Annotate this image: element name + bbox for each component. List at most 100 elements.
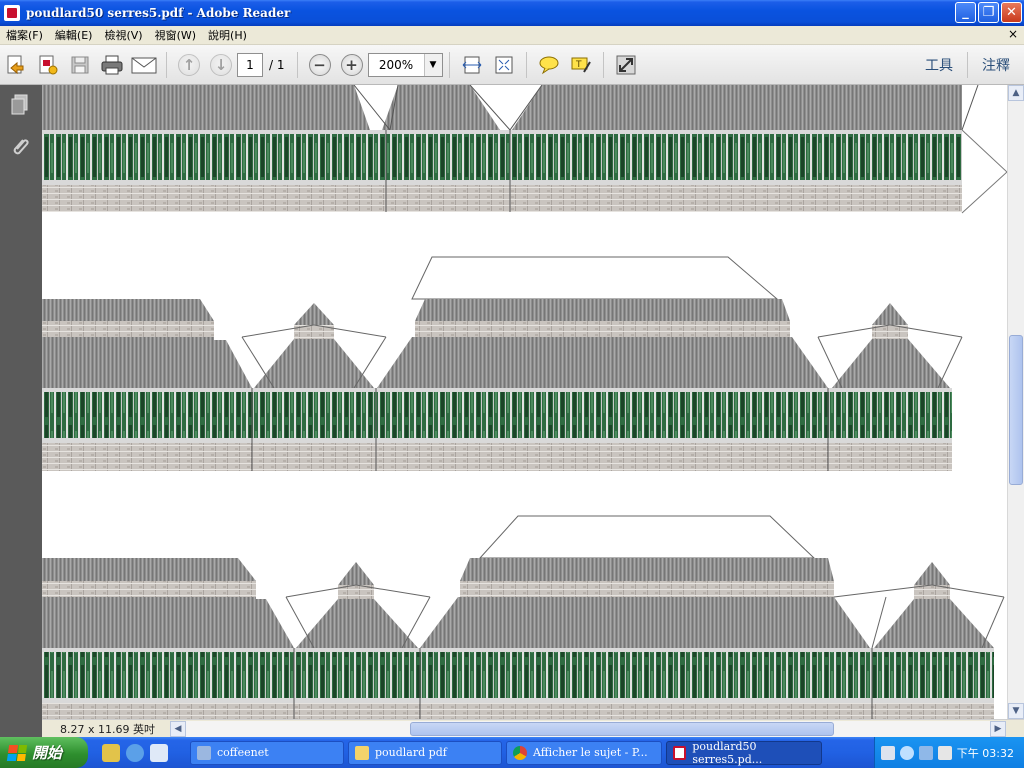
page-total: / 1 bbox=[269, 57, 285, 72]
pages-panel-button[interactable] bbox=[8, 93, 32, 117]
window-icon bbox=[197, 745, 211, 760]
taskbar-item-coffeenet[interactable]: coffeenet bbox=[190, 740, 344, 765]
envelope-icon bbox=[131, 57, 157, 73]
next-page-button[interactable]: ↓ bbox=[207, 51, 235, 79]
show-desktop-icon[interactable] bbox=[150, 743, 168, 762]
menu-bar: 檔案(F) 編輯(E) 檢視(V) 視窗(W) 說明(H) × bbox=[0, 26, 1024, 45]
document-view[interactable] bbox=[42, 85, 1007, 719]
menu-edit[interactable]: 編輯(E) bbox=[49, 27, 99, 43]
network-icon[interactable] bbox=[919, 745, 933, 760]
folder-icon bbox=[355, 745, 369, 760]
open-icon bbox=[7, 55, 24, 74]
chrome-icon bbox=[513, 745, 527, 760]
yahoo-messenger-icon[interactable] bbox=[102, 743, 120, 762]
windows-logo-icon bbox=[6, 744, 28, 761]
scroll-down-arrow-icon[interactable]: ▼ bbox=[1008, 703, 1024, 719]
internet-explorer-icon[interactable] bbox=[126, 743, 144, 762]
attachments-panel-button[interactable] bbox=[8, 135, 32, 159]
toolbar: ↑ ↓ 1 / 1 − + 200% ▼ T 工具 注釋 bbox=[0, 45, 1024, 85]
svg-text:T: T bbox=[575, 60, 582, 70]
taskbar-item-adobe-reader[interactable]: poudlard50 serres5.pd... bbox=[666, 740, 822, 766]
window-controls: _ ❐ ✕ bbox=[955, 2, 1022, 23]
chevron-down-icon[interactable]: ▼ bbox=[423, 53, 442, 76]
menu-help[interactable]: 說明(H) bbox=[202, 27, 253, 43]
save-button[interactable] bbox=[66, 51, 94, 79]
zoom-value: 200% bbox=[378, 57, 414, 72]
taskbar-item-poudlard-pdf[interactable]: poudlard pdf bbox=[348, 740, 502, 765]
sticky-note-button[interactable] bbox=[535, 51, 563, 79]
arrow-down-icon: ↓ bbox=[210, 53, 232, 76]
fit-width-icon bbox=[462, 56, 481, 73]
scroll-right-arrow-icon[interactable]: ▶ bbox=[990, 721, 1006, 737]
system-tray: 下午 03:32 bbox=[874, 737, 1024, 768]
fit-width-button[interactable] bbox=[458, 51, 486, 79]
vertical-scroll-thumb[interactable] bbox=[1009, 335, 1023, 485]
taskbar: 開始 coffeenet poudlard pdf Afficher le su… bbox=[0, 737, 1024, 768]
close-button[interactable]: ✕ bbox=[1001, 2, 1022, 23]
document-close-button[interactable]: × bbox=[1008, 27, 1018, 41]
greenhouse-strip-3 bbox=[42, 515, 1005, 719]
minus-icon: − bbox=[308, 53, 331, 76]
paperclip-icon bbox=[13, 139, 29, 155]
volume-icon[interactable] bbox=[938, 745, 952, 760]
print-button[interactable] bbox=[98, 51, 126, 79]
email-button[interactable] bbox=[130, 51, 158, 79]
navigation-pane bbox=[0, 85, 42, 737]
window-titlebar: poudlard50 serres5.pdf - Adobe Reader _ … bbox=[0, 0, 1024, 26]
create-pdf-icon bbox=[39, 55, 58, 74]
expand-icon bbox=[616, 55, 635, 74]
restore-button[interactable]: ❐ bbox=[978, 2, 999, 23]
clock[interactable]: 下午 03:32 bbox=[957, 745, 1014, 761]
scroll-up-arrow-icon[interactable]: ▲ bbox=[1008, 85, 1024, 101]
comment-bubble-icon bbox=[539, 56, 558, 74]
task-pane-links: 工具 注釋 bbox=[911, 45, 1024, 85]
fit-page-button[interactable] bbox=[490, 51, 518, 79]
chevron-left-icon[interactable] bbox=[900, 745, 914, 760]
greenhouse-strip-1 bbox=[42, 85, 1007, 214]
open-button[interactable] bbox=[2, 51, 30, 79]
minimize-button[interactable]: _ bbox=[955, 2, 976, 23]
toolbar-separator bbox=[296, 51, 298, 78]
taskbar-item-chrome[interactable]: Afficher le sujet - P... bbox=[506, 740, 662, 765]
menu-window[interactable]: 視窗(W) bbox=[149, 27, 202, 43]
zoom-out-button[interactable]: − bbox=[306, 51, 334, 79]
adobe-reader-icon bbox=[4, 5, 20, 21]
greenhouse-strip-2 bbox=[42, 256, 963, 471]
scroll-left-arrow-icon[interactable]: ◀ bbox=[170, 721, 186, 737]
horizontal-scrollbar[interactable]: ◀ ▶ bbox=[170, 721, 1006, 737]
highlight-text-button[interactable]: T bbox=[567, 51, 595, 79]
keyboard-icon[interactable] bbox=[881, 745, 895, 760]
create-pdf-button[interactable] bbox=[34, 51, 62, 79]
start-label: 開始 bbox=[32, 744, 63, 762]
comment-pane-button[interactable]: 注釋 bbox=[968, 55, 1024, 75]
toolbar-separator bbox=[525, 51, 527, 78]
zoom-select[interactable]: 200% ▼ bbox=[367, 52, 443, 77]
previous-page-button[interactable]: ↑ bbox=[175, 51, 203, 79]
full-screen-button[interactable] bbox=[612, 51, 640, 79]
plus-icon: + bbox=[340, 53, 363, 76]
status-bar: 8.27 x 11.69 英吋 ◀ ▶ bbox=[42, 719, 1024, 737]
quick-launch bbox=[102, 743, 168, 762]
toolbar-separator bbox=[166, 51, 167, 78]
window-title: poudlard50 serres5.pdf - Adobe Reader bbox=[26, 6, 291, 20]
highlighter-icon: T bbox=[571, 57, 591, 73]
pages-icon bbox=[11, 94, 28, 115]
tray-icons bbox=[881, 745, 952, 760]
vertical-scrollbar[interactable]: ▲ ▼ bbox=[1007, 85, 1024, 719]
menu-view[interactable]: 檢視(V) bbox=[98, 27, 148, 43]
greenhouse-template-page bbox=[42, 85, 1007, 719]
page-number-input[interactable]: 1 bbox=[237, 52, 263, 77]
toolbar-separator bbox=[448, 51, 450, 78]
start-button[interactable]: 開始 bbox=[0, 737, 88, 768]
zoom-in-button[interactable]: + bbox=[338, 51, 366, 79]
save-icon bbox=[71, 56, 89, 73]
toolbar-separator bbox=[602, 51, 604, 78]
tools-pane-button[interactable]: 工具 bbox=[911, 55, 967, 75]
page-size-label: 8.27 x 11.69 英吋 bbox=[60, 722, 155, 736]
printer-icon bbox=[101, 55, 123, 74]
horizontal-scroll-thumb[interactable] bbox=[410, 722, 834, 736]
fit-page-icon bbox=[495, 56, 512, 73]
pdf-icon bbox=[673, 745, 687, 760]
menu-file[interactable]: 檔案(F) bbox=[0, 27, 49, 43]
arrow-up-icon: ↑ bbox=[178, 53, 200, 76]
